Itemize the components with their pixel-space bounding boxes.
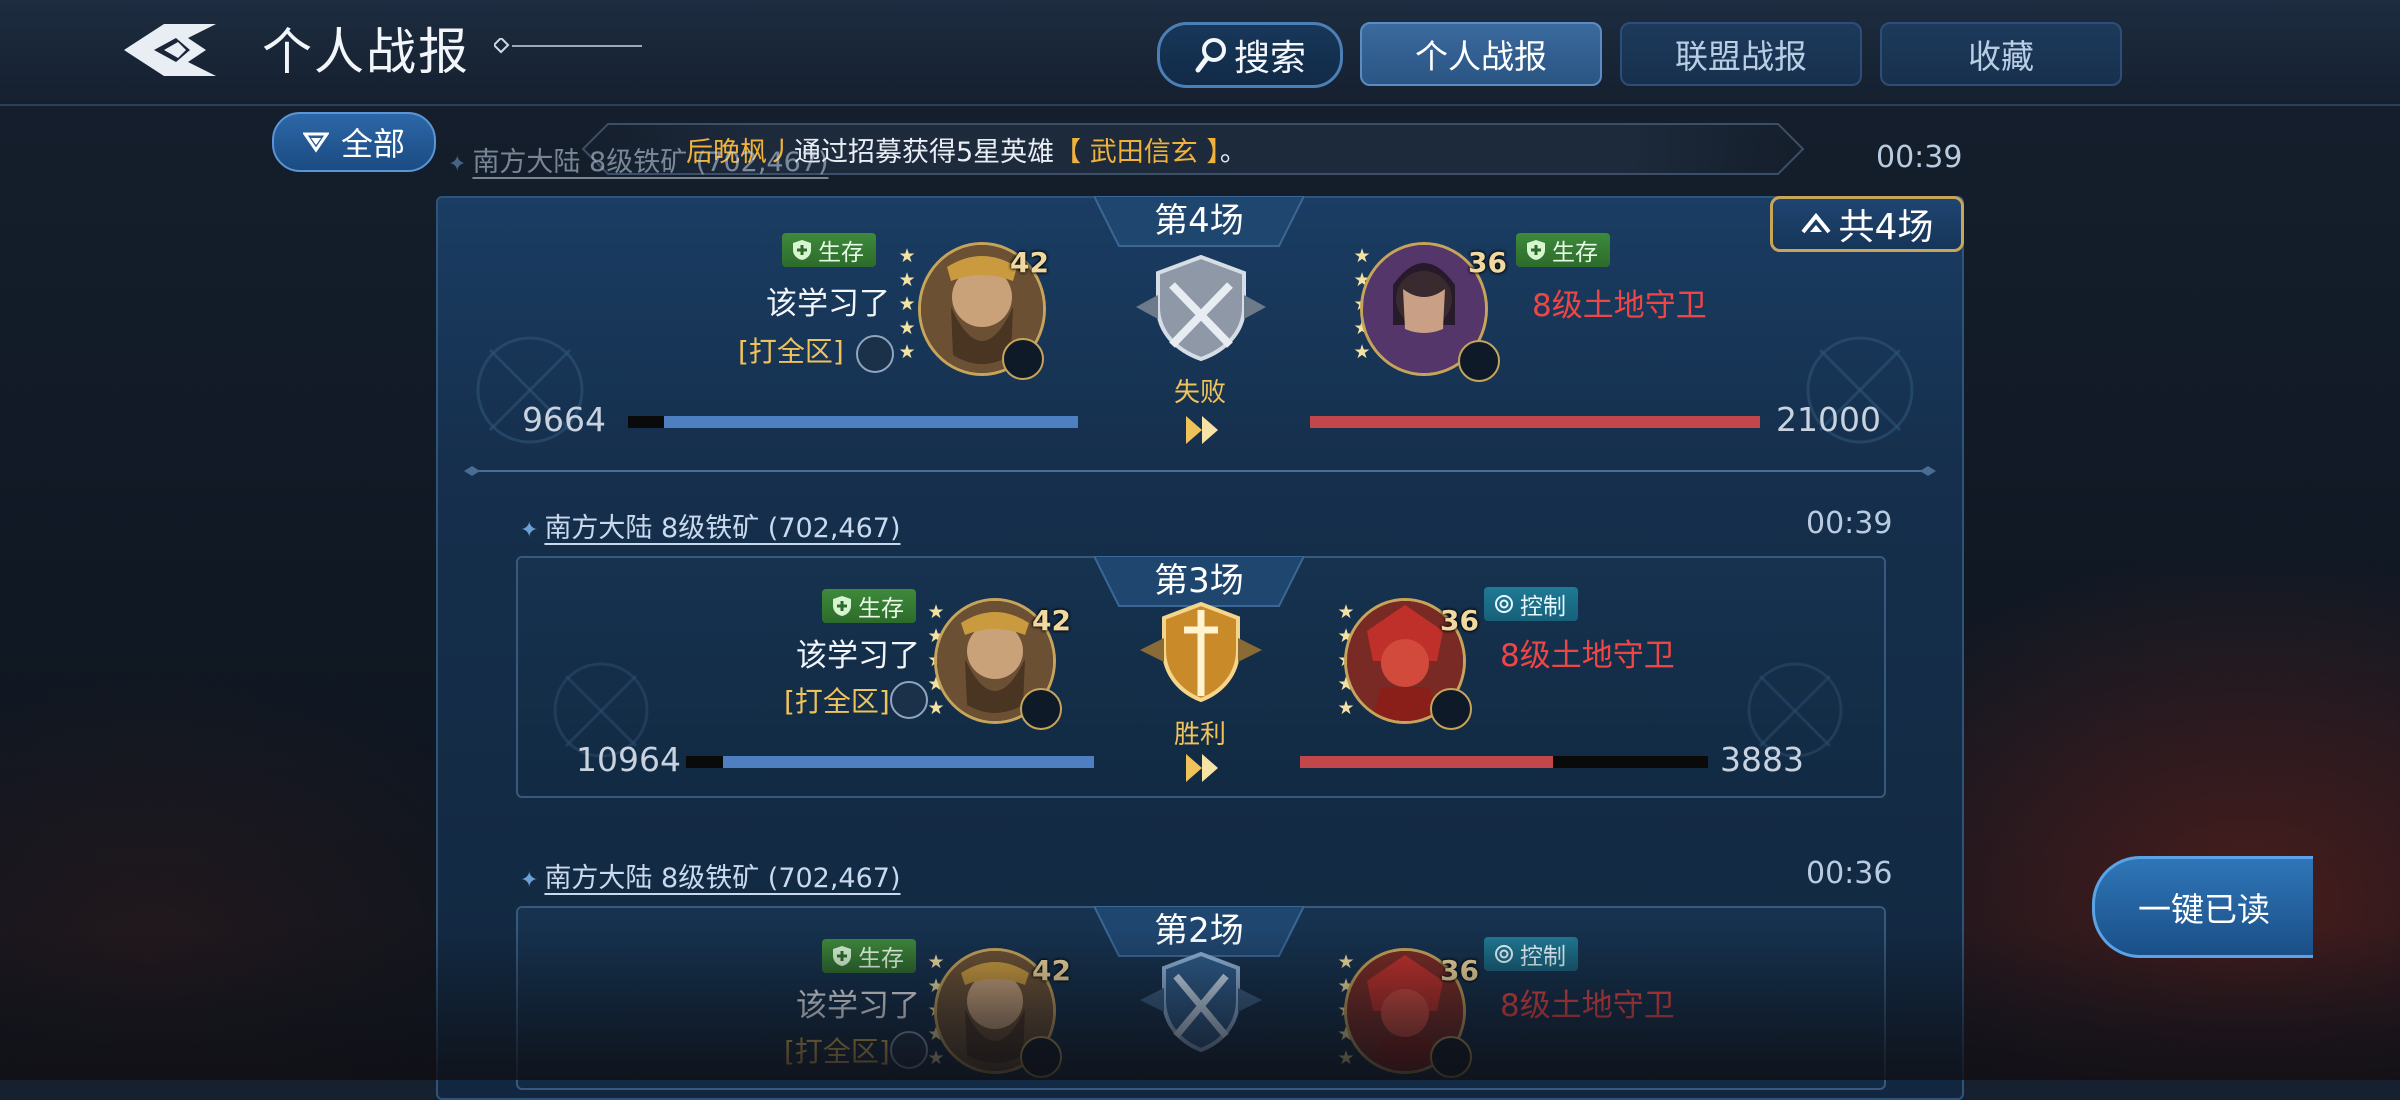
enemy-hp-bar — [1300, 756, 1708, 768]
compass-decoration — [1806, 336, 1914, 444]
round-label: 第3场 — [1094, 556, 1304, 607]
hero-stars: ★ ★ ★ ★ ★ — [898, 245, 916, 363]
chevron-up-icon — [1800, 212, 1831, 234]
shield-plus-icon — [833, 596, 851, 616]
player-hero-level: 42 — [1010, 246, 1049, 279]
guild-emblem-icon — [890, 681, 928, 719]
battle-result: 失败 — [1173, 378, 1226, 408]
player-name: 该学习了 — [796, 638, 920, 674]
player-name: 该学习了 — [796, 988, 920, 1024]
total-battles-label: 共4场 — [1838, 207, 1934, 248]
filter-dropdown-button[interactable]: 全部 — [272, 112, 436, 172]
enemy-hp-fill — [1310, 416, 1760, 428]
player-tag-label: 生存 — [858, 946, 904, 972]
tab-favorites[interactable]: 收藏 — [1880, 22, 2122, 86]
chevron-down-icon — [302, 132, 329, 153]
player-hero-level: 42 — [1032, 604, 1071, 637]
ticker-text: 通过招募获得5星英雄 — [794, 137, 1055, 168]
group-location: 南方大陆 8级铁矿 (702,467) — [472, 147, 829, 178]
player-hero-level: 42 — [1032, 954, 1071, 987]
tab-personal-report[interactable]: 个人战报 — [1360, 22, 1602, 86]
player-guild: [打全区] — [784, 1035, 890, 1068]
guild-emblem-icon — [856, 335, 894, 373]
page-title: 个人战报 — [262, 23, 470, 81]
shield-plus-icon — [1527, 240, 1545, 260]
group-location-link[interactable]: ✦ 南方大陆 8级铁矿 (702,467) — [448, 140, 829, 179]
battle-result: 胜利 — [1173, 720, 1226, 750]
round-label: 第4场 — [1094, 196, 1304, 247]
enemy-troops: 3883 — [1720, 740, 1804, 779]
round-label: 第2场 — [1094, 906, 1304, 957]
round-label-text: 第2场 — [1154, 911, 1244, 951]
player-tag-label: 生存 — [818, 240, 864, 266]
hero-role-icon — [1458, 340, 1500, 382]
divider — [464, 466, 1936, 476]
ticker-hero: 【 武田信玄 】 — [1054, 137, 1220, 168]
group-time: 00:39 — [1876, 140, 1963, 175]
player-hp-bar — [628, 416, 1078, 428]
shield-plus-icon — [833, 946, 851, 966]
back-arrow-icon[interactable] — [118, 18, 222, 82]
enemy-name: 8级土地守卫 — [1500, 638, 1675, 674]
survival-tag: 生存 — [782, 233, 876, 267]
round-label-text: 第4场 — [1154, 201, 1244, 241]
control-tag: 控制 — [1484, 587, 1578, 621]
title-divider-ornament — [494, 38, 642, 54]
control-swirl-icon — [1495, 945, 1513, 963]
battle-location-link[interactable]: ✦ 南方大陆 8级铁矿 (702,467) — [520, 856, 901, 895]
replay-arrow-icon[interactable] — [1184, 414, 1222, 446]
search-button-label: 搜索 — [1233, 38, 1306, 79]
hero-role-icon — [1020, 1036, 1062, 1078]
control-swirl-icon — [1495, 595, 1513, 613]
enemy-hp-fill — [1300, 756, 1553, 768]
collapse-all-button[interactable]: 共4场 — [1770, 196, 1964, 252]
survival-tag: 生存 — [822, 589, 916, 623]
enemy-tag-label: 控制 — [1520, 594, 1566, 620]
round-label-text: 第3场 — [1154, 561, 1244, 601]
enemy-hero-level: 36 — [1468, 246, 1507, 279]
tab-alliance-report[interactable]: 联盟战报 — [1620, 22, 1862, 86]
player-hp-bar — [686, 756, 1094, 768]
filter-label: 全部 — [340, 125, 405, 163]
guild-emblem-icon — [890, 1031, 928, 1069]
enemy-name: 8级土地守卫 — [1500, 988, 1675, 1024]
battle-location: 南方大陆 8级铁矿 (702,467) — [544, 863, 901, 894]
enemy-troops: 21000 — [1776, 400, 1881, 439]
draw-emblem-icon — [1140, 951, 1262, 1053]
search-icon — [1195, 38, 1226, 73]
enemy-hp-bar — [1310, 416, 1760, 428]
player-hp-fill — [722, 756, 1094, 768]
player-troops: 10964 — [576, 740, 681, 779]
player-name: 该学习了 — [766, 286, 890, 322]
enemy-name: 8级土地守卫 — [1532, 288, 1707, 324]
mark-all-read-button[interactable]: 一键已读 — [2092, 856, 2313, 958]
enemy-hero-level: 36 — [1440, 954, 1479, 987]
enemy-hero-level: 36 — [1440, 604, 1479, 637]
defeat-emblem-icon — [1136, 255, 1266, 362]
hero-role-icon — [1430, 688, 1472, 730]
player-tag-label: 生存 — [858, 596, 904, 622]
battle-location: 南方大陆 8级铁矿 (702,467) — [544, 513, 901, 544]
ticker-suffix: 。 — [1219, 137, 1247, 168]
control-tag: 控制 — [1484, 937, 1578, 971]
victory-emblem-icon — [1140, 601, 1262, 703]
survival-tag: 生存 — [822, 939, 916, 973]
hero-role-icon — [1430, 1036, 1472, 1078]
battle-location-link[interactable]: ✦ 南方大陆 8级铁矿 (702,467) — [520, 506, 901, 545]
battle-time: 00:36 — [1806, 856, 1893, 891]
search-button[interactable]: 搜索 — [1157, 22, 1343, 88]
player-troops: 9664 — [522, 400, 606, 439]
player-hp-fill — [664, 416, 1078, 428]
enemy-tag-label: 控制 — [1520, 944, 1566, 970]
hero-role-icon — [1002, 338, 1044, 380]
compass-decoration — [476, 336, 584, 444]
player-guild: [打全区] — [738, 335, 844, 368]
survival-tag: 生存 — [1516, 233, 1610, 267]
hero-role-icon — [1020, 688, 1062, 730]
enemy-tag-label: 生存 — [1552, 240, 1598, 266]
player-guild: [打全区] — [784, 685, 890, 718]
battle-time: 00:39 — [1806, 506, 1893, 541]
replay-arrow-icon[interactable] — [1184, 752, 1222, 784]
shield-plus-icon — [793, 240, 811, 260]
